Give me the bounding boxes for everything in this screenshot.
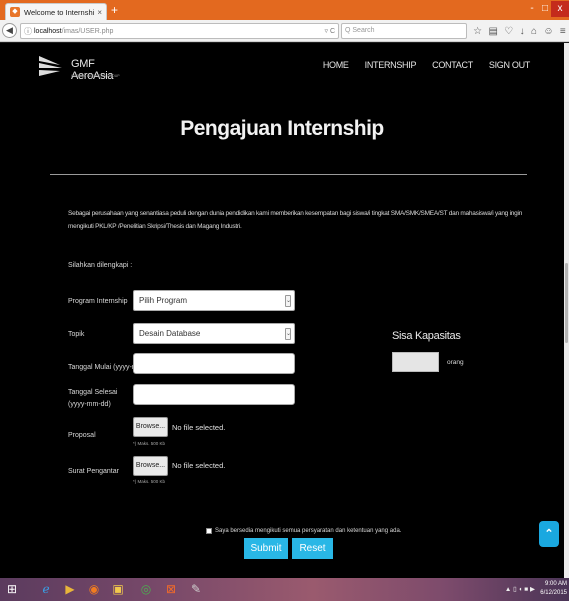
- logo-text: GMF AeroAsia: [71, 58, 114, 82]
- chevron-up-icon: ⌃: [544, 528, 554, 540]
- system-tray[interactable]: ▲ ▯ ◖ ■ ▶: [505, 585, 535, 593]
- page-title: Pengajuan Internship: [180, 117, 384, 140]
- gmf-wing-icon: [39, 56, 62, 76]
- proposal-label: Proposal: [68, 432, 96, 439]
- pocket-icon[interactable]: ♡: [504, 26, 513, 37]
- surat-pengantar-browse-button[interactable]: Browse...: [133, 456, 168, 476]
- nav-internship[interactable]: INTERNSHIP: [365, 60, 417, 70]
- toolbar-icons: ☆ ▤ ♡ ↓ ⌂ ☺ ≡: [470, 23, 569, 39]
- reset-button[interactable]: Reset: [292, 538, 333, 559]
- download-icon[interactable]: ↓: [520, 26, 525, 37]
- clock-time: 9:00 AM: [544, 581, 567, 587]
- home-icon[interactable]: ⌂: [531, 26, 537, 37]
- windows-taskbar: ⊞ ℯ ▶ ◉ ▣ ◎ ⊠ ✎ ▲ ▯ ◖ ■ ▶ 9:00 AM 6/12/2…: [0, 578, 569, 601]
- page-content: GMF AeroAsia GARUDA INDONESIA GROUP HOME…: [0, 43, 564, 578]
- sisa-kapasitas-title: Sisa Kapasitas: [392, 330, 461, 342]
- chevron-down-icon: ⌄: [285, 328, 291, 340]
- browser-tab[interactable]: ◆ Welcome to Internship Ma... ×: [5, 3, 107, 20]
- maximize-button[interactable]: □: [539, 1, 551, 17]
- sisa-kapasitas-field: [392, 352, 439, 372]
- agreement: Saya bersedia mengikuti semua persyarata…: [206, 528, 401, 534]
- agree-text: Saya bersedia mengikuti semua persyarata…: [215, 528, 402, 534]
- program-label: Program Internship: [68, 298, 128, 305]
- tab-close-icon[interactable]: ×: [97, 8, 102, 17]
- surat-pengantar-file-status: No file selected.: [172, 461, 226, 470]
- search-input[interactable]: Q Search: [341, 23, 467, 39]
- media-player-icon[interactable]: ▶: [62, 581, 78, 597]
- surat-pengantar-size-note: *) Maks. 500 Kb: [133, 479, 166, 484]
- chevron-down-icon: ⌄: [285, 295, 291, 307]
- sisa-kapasitas-unit: orang: [447, 359, 464, 366]
- program-select[interactable]: Pilih Program ⌄: [133, 290, 295, 311]
- new-tab-button[interactable]: +: [111, 3, 118, 17]
- tanggal-selesai-label: Tanggal Selesai (yyyy-mm-dd): [68, 389, 118, 408]
- nav-sign-out[interactable]: SIGN OUT: [489, 60, 530, 70]
- topik-label: Topik: [68, 331, 85, 338]
- url-path: /imas/USER.php: [61, 27, 114, 35]
- paint-icon[interactable]: ✎: [188, 581, 204, 597]
- address-bar[interactable]: ⓘ localhost /imas/USER.php ▿ C: [20, 23, 339, 39]
- tab-title: Welcome to Internship Ma...: [24, 7, 94, 17]
- scrollbar-thumb[interactable]: [565, 263, 568, 343]
- browser-navbar: ◀ ⓘ localhost /imas/USER.php ▿ C Q Searc…: [0, 20, 569, 42]
- surat-pengantar-label: Surat Pengantar: [68, 468, 119, 475]
- submit-button[interactable]: Submit: [244, 538, 288, 559]
- page-info-icon[interactable]: ⓘ: [24, 26, 32, 37]
- close-window-button[interactable]: x: [551, 1, 569, 17]
- proposal-browse-button[interactable]: Browse...: [133, 417, 168, 437]
- site-logo[interactable]: GMF AeroAsia GARUDA INDONESIA GROUP: [38, 53, 128, 82]
- tanggal-selesai-input[interactable]: [133, 384, 295, 405]
- nav-home[interactable]: HOME: [323, 60, 349, 70]
- proposal-file-status: No file selected.: [172, 423, 226, 432]
- back-arrow-icon[interactable]: ◀: [2, 23, 17, 38]
- tanggal-mulai-input[interactable]: [133, 353, 295, 374]
- internet-explorer-icon[interactable]: ℯ: [38, 581, 54, 597]
- proposal-size-note: *) Maks. 500 Kb: [133, 441, 166, 446]
- clock-date: 6/12/2015: [540, 590, 567, 596]
- windows-start-icon[interactable]: ⊞: [4, 581, 20, 597]
- title-divider: [50, 174, 527, 175]
- firefox-favicon-icon: ◆: [10, 7, 20, 17]
- nav-contact[interactable]: CONTACT: [432, 60, 473, 70]
- topik-select[interactable]: Desain Database ⌄: [133, 323, 295, 344]
- reload-icon[interactable]: ▿ C: [324, 27, 335, 35]
- menu-icon[interactable]: ≡: [560, 26, 566, 37]
- scroll-to-top-button[interactable]: ⌃: [539, 521, 559, 547]
- sync-icon[interactable]: ☺: [543, 26, 553, 37]
- topik-select-value: Desain Database: [139, 329, 201, 338]
- file-explorer-icon[interactable]: ▣: [110, 581, 126, 597]
- url-host: localhost: [34, 27, 62, 35]
- minimize-button[interactable]: -: [525, 1, 539, 17]
- star-icon[interactable]: ☆: [473, 26, 482, 37]
- program-select-value: Pilih Program: [139, 296, 188, 305]
- main-nav: HOME INTERNSHIP CONTACT SIGN OUT: [323, 60, 530, 70]
- taskbar-clock[interactable]: 9:00 AM 6/12/2015: [537, 580, 567, 598]
- agree-checkbox[interactable]: [206, 528, 212, 534]
- logo-subtitle: GARUDA INDONESIA GROUP: [71, 74, 120, 78]
- fill-note: Silahkan dilengkapi :: [68, 262, 133, 269]
- firefox-icon[interactable]: ◉: [86, 581, 102, 597]
- page-scrollbar[interactable]: [564, 43, 569, 578]
- reading-list-icon[interactable]: ▤: [488, 26, 497, 37]
- intro-text: Sebagai perusahaan yang senantiasa pedul…: [68, 210, 523, 230]
- xampp-icon[interactable]: ⊠: [163, 581, 179, 597]
- chrome-icon[interactable]: ◎: [138, 581, 154, 597]
- browser-titlebar: ◆ Welcome to Internship Ma... × + - □ x: [0, 0, 569, 20]
